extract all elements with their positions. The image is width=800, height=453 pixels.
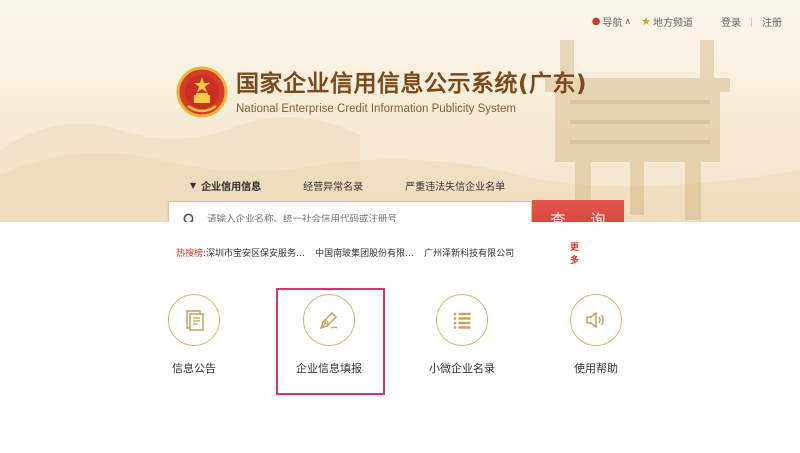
- feature-small-enterprise-list[interactable]: 小微企业名录: [412, 294, 512, 376]
- feature-icon-circle: [168, 294, 220, 346]
- pen-icon: [319, 311, 338, 330]
- location-pin-icon: ●: [591, 16, 601, 27]
- tab-label: 经营异常名录: [303, 182, 364, 193]
- national-emblem-icon: [176, 66, 228, 118]
- divider: [751, 16, 752, 27]
- local-channel-link[interactable]: ★ 地方频道: [641, 14, 693, 29]
- more-link[interactable]: 更多: [570, 240, 579, 266]
- search-box: [168, 201, 532, 222]
- feature-info-notice[interactable]: 信息公告: [144, 294, 244, 376]
- feature-label: 信息公告: [172, 362, 216, 375]
- site-logo[interactable]: 国家企业信用信息公示系统(广东) National Enterprise Cre…: [176, 66, 587, 118]
- tab-label: 严重违法失信企业名单: [405, 182, 506, 193]
- hot-search-bar: 热搜榜: 深圳市宝安区保安服务… 中国南玻集团股份有限… 广州泽新科技有限公司 …: [176, 243, 579, 266]
- hot-search-item[interactable]: 广州泽新科技有限公司: [424, 246, 514, 259]
- triangle-down-icon: ▼: [190, 181, 197, 190]
- hot-search-item[interactable]: 深圳市宝安区保安服务…: [206, 246, 305, 259]
- login-link[interactable]: 登录: [721, 14, 741, 29]
- tab-dishonest-list[interactable]: 严重违法失信企业名单: [405, 178, 505, 193]
- local-channel-label: 地方频道: [653, 18, 693, 29]
- feature-icon-circle: [436, 294, 488, 346]
- search-icon: [183, 213, 194, 222]
- feature-enterprise-report[interactable]: 企业信息填报: [279, 294, 379, 376]
- list-icon: [453, 312, 471, 329]
- feature-icon-circle: [303, 294, 355, 346]
- chevron-up-icon: ∧: [624, 16, 632, 27]
- speaker-icon: [586, 311, 604, 329]
- tab-abnormal-list[interactable]: 经营异常名录: [303, 178, 363, 193]
- feature-icon-circle: [570, 294, 622, 346]
- feature-label: 企业信息填报: [296, 362, 362, 375]
- nav-label: 导航: [602, 18, 623, 29]
- search-bar: 查 询: [168, 200, 624, 222]
- hot-search-label: 热搜榜:: [176, 249, 207, 259]
- hot-search-item[interactable]: 中国南玻集团股份有限…: [315, 246, 414, 259]
- search-tabs: ▼ 企业信用信息 经营异常名录 严重违法失信企业名单: [190, 178, 547, 193]
- search-button[interactable]: 查 询: [532, 200, 624, 222]
- top-links: ● 导航 ∧ ★ 地方频道 登录 注册: [592, 14, 782, 29]
- feature-help[interactable]: 使用帮助: [546, 294, 646, 376]
- site-subtitle: National Enterprise Credit Information P…: [236, 102, 516, 115]
- tab-credit-info[interactable]: ▼ 企业信用信息: [190, 178, 261, 193]
- feature-label: 使用帮助: [574, 362, 618, 375]
- nav-menu[interactable]: ● 导航 ∧: [592, 14, 631, 29]
- header-banner: ● 导航 ∧ ★ 地方频道 登录 注册 国家企业信用信息公示系统(广东) Nat…: [0, 0, 800, 222]
- tab-label: 企业信用信息: [201, 182, 262, 193]
- register-link[interactable]: 注册: [762, 14, 782, 29]
- search-input[interactable]: [207, 214, 507, 222]
- feature-label: 小微企业名录: [429, 362, 495, 375]
- star-icon: ★: [641, 15, 651, 28]
- document-icon: [186, 310, 204, 331]
- site-title: 国家企业信用信息公示系统(广东): [236, 70, 588, 97]
